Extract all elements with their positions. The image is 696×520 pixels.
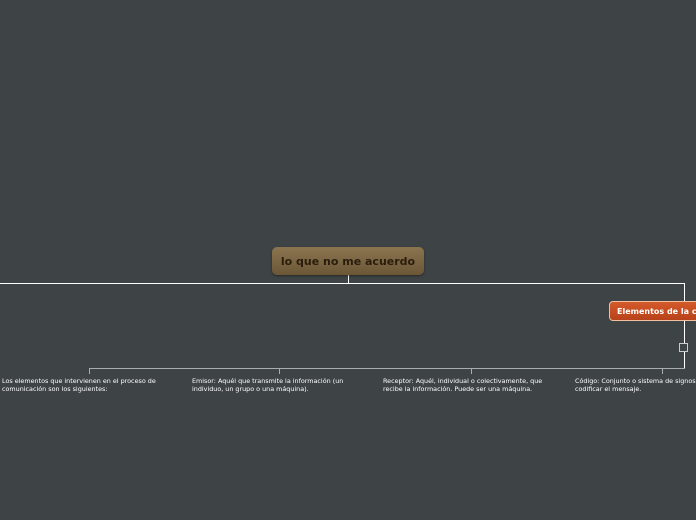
branch-connector-lower: [684, 352, 685, 368]
leaf-connector-tick: [471, 368, 472, 374]
collapse-square-icon[interactable]: [679, 343, 688, 352]
root-connector-stem: [348, 275, 349, 283]
leaf-connector-tick: [279, 368, 280, 374]
leaf-topic-text: Código: Conjunto o sistema de signos uti…: [575, 377, 696, 393]
central-topic-label: lo que no me acuerdo: [280, 254, 416, 268]
leaf-topic[interactable]: Los elementos que intervienen en el proc…: [2, 377, 170, 393]
branch-topic-label: Elementos de la c: [617, 306, 696, 316]
leaf-topic-text: Los elementos que intervienen en el proc…: [2, 377, 156, 393]
leaf-topic-text: Receptor: Aquél, individual o colectivam…: [383, 377, 543, 393]
leaf-connector-bar: [89, 368, 685, 369]
branch-topic[interactable]: Elementos de la c: [609, 301, 696, 321]
leaf-topic[interactable]: Código: Conjunto o sistema de signos uti…: [575, 377, 696, 393]
leaf-connector-tick: [89, 368, 90, 374]
leaf-topic[interactable]: Emisor: Aquél que transmite la informaci…: [192, 377, 360, 393]
branch-connector-down: [684, 321, 685, 343]
root-connector-bar: [0, 283, 685, 284]
branch-connector-drop: [684, 283, 685, 301]
leaf-connector-tick: [662, 368, 663, 374]
leaf-topic-text: Emisor: Aquél que transmite la informaci…: [192, 377, 344, 393]
central-topic[interactable]: lo que no me acuerdo: [272, 247, 424, 275]
leaf-topic[interactable]: Receptor: Aquél, individual o colectivam…: [383, 377, 553, 393]
mind-map-canvas[interactable]: lo que no me acuerdo Elementos de la c L…: [0, 0, 696, 520]
